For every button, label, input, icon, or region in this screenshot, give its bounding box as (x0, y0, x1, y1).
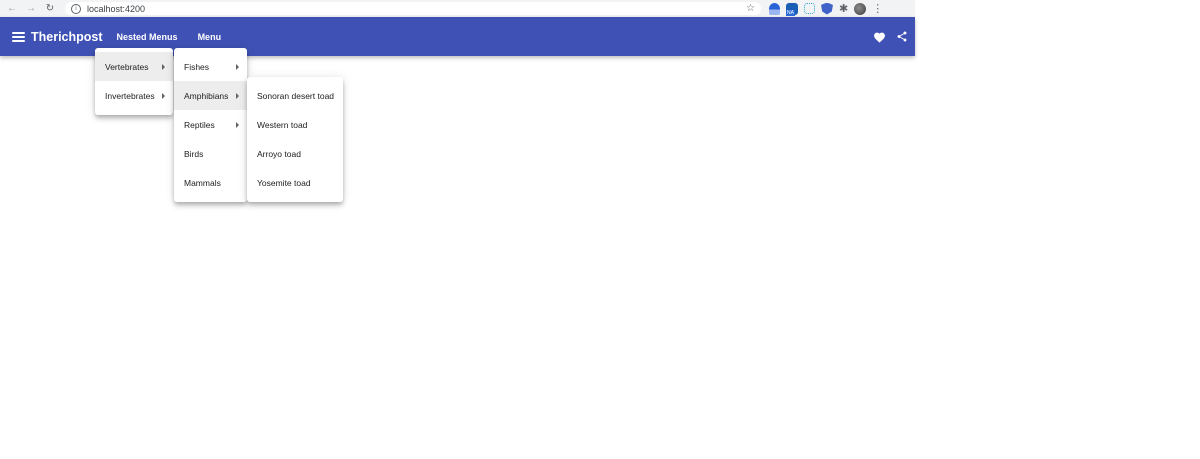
extension-icon[interactable] (786, 2, 798, 16)
menu-item-label: Reptiles (184, 119, 215, 130)
menu-item-yosemite-toad[interactable]: Yosemite toad (247, 168, 343, 197)
menu-item-amphibians[interactable]: Amphibians (174, 81, 247, 110)
submenu-arrow-icon (236, 63, 239, 70)
bookmark-star-icon[interactable]: ☆ (746, 3, 755, 14)
menu-item-mammals[interactable]: Mammals (174, 168, 247, 197)
extension-icon[interactable] (804, 3, 815, 14)
back-arrow-icon[interactable]: ← (5, 2, 19, 16)
menu-item-label: Vertebrates (105, 61, 149, 72)
more-vert-icon[interactable]: ⋮ (872, 2, 883, 15)
profile-avatar[interactable] (854, 2, 867, 15)
menu-item-sonoran-desert-toad[interactable]: Sonoran desert toad (247, 81, 343, 110)
extensions-area: ✱ ⋮ (769, 2, 883, 16)
browser-toolbar: ← → ↻ i localhost:4200 ☆ ✱ ⋮ (0, 0, 915, 17)
brand-title: Therichpost (31, 29, 103, 44)
menu-item-label: Amphibians (184, 90, 229, 101)
menu-button[interactable]: Menu (194, 28, 226, 46)
extension-icon[interactable] (769, 2, 780, 15)
heart-icon[interactable] (873, 31, 886, 43)
forward-arrow-icon[interactable]: → (24, 2, 38, 16)
menu-item-label: Mammals (184, 177, 221, 188)
info-icon[interactable]: i (71, 3, 81, 14)
menu-item-reptiles[interactable]: Reptiles (174, 110, 247, 139)
submenu-arrow-icon (236, 121, 239, 128)
menu-item-western-toad[interactable]: Western toad (247, 110, 343, 139)
menu-item-invertebrates[interactable]: Invertebrates (95, 81, 173, 110)
menu-icon[interactable] (12, 31, 25, 42)
address-bar[interactable]: i localhost:4200 ☆ (65, 2, 761, 15)
vertebrates-submenu-panel: Fishes Amphibians Reptiles Birds Mammals (174, 48, 247, 202)
share-icon[interactable] (896, 30, 908, 43)
reload-icon[interactable]: ↻ (43, 2, 57, 16)
menu-item-birds[interactable]: Birds (174, 139, 247, 168)
nested-menus-button[interactable]: Nested Menus (113, 28, 182, 46)
menu-item-label: Yosemite toad (257, 177, 311, 188)
submenu-arrow-icon (236, 92, 239, 99)
url-text: localhost:4200 (87, 3, 146, 14)
menu-item-vertebrates[interactable]: Vertebrates (95, 52, 173, 81)
menu-item-label: Invertebrates (105, 90, 155, 101)
puzzle-icon[interactable]: ✱ (839, 2, 848, 15)
menu-item-label: Birds (184, 148, 204, 159)
menu-item-label: Fishes (184, 61, 210, 72)
shield-extension-icon[interactable] (821, 2, 833, 15)
submenu-arrow-icon (162, 92, 165, 99)
submenu-arrow-icon (162, 63, 165, 70)
menu-item-arroyo-toad[interactable]: Arroyo toad (247, 139, 343, 168)
amphibians-submenu-panel: Sonoran desert toad Western toad Arroyo … (247, 77, 343, 202)
menu-item-fishes[interactable]: Fishes (174, 52, 247, 81)
menu-item-label: Arroyo toad (257, 148, 301, 159)
menu-item-label: Sonoran desert toad (257, 90, 335, 101)
menu-item-label: Western toad (257, 119, 308, 130)
vertebrates-menu-panel: Vertebrates Invertebrates (95, 48, 173, 115)
